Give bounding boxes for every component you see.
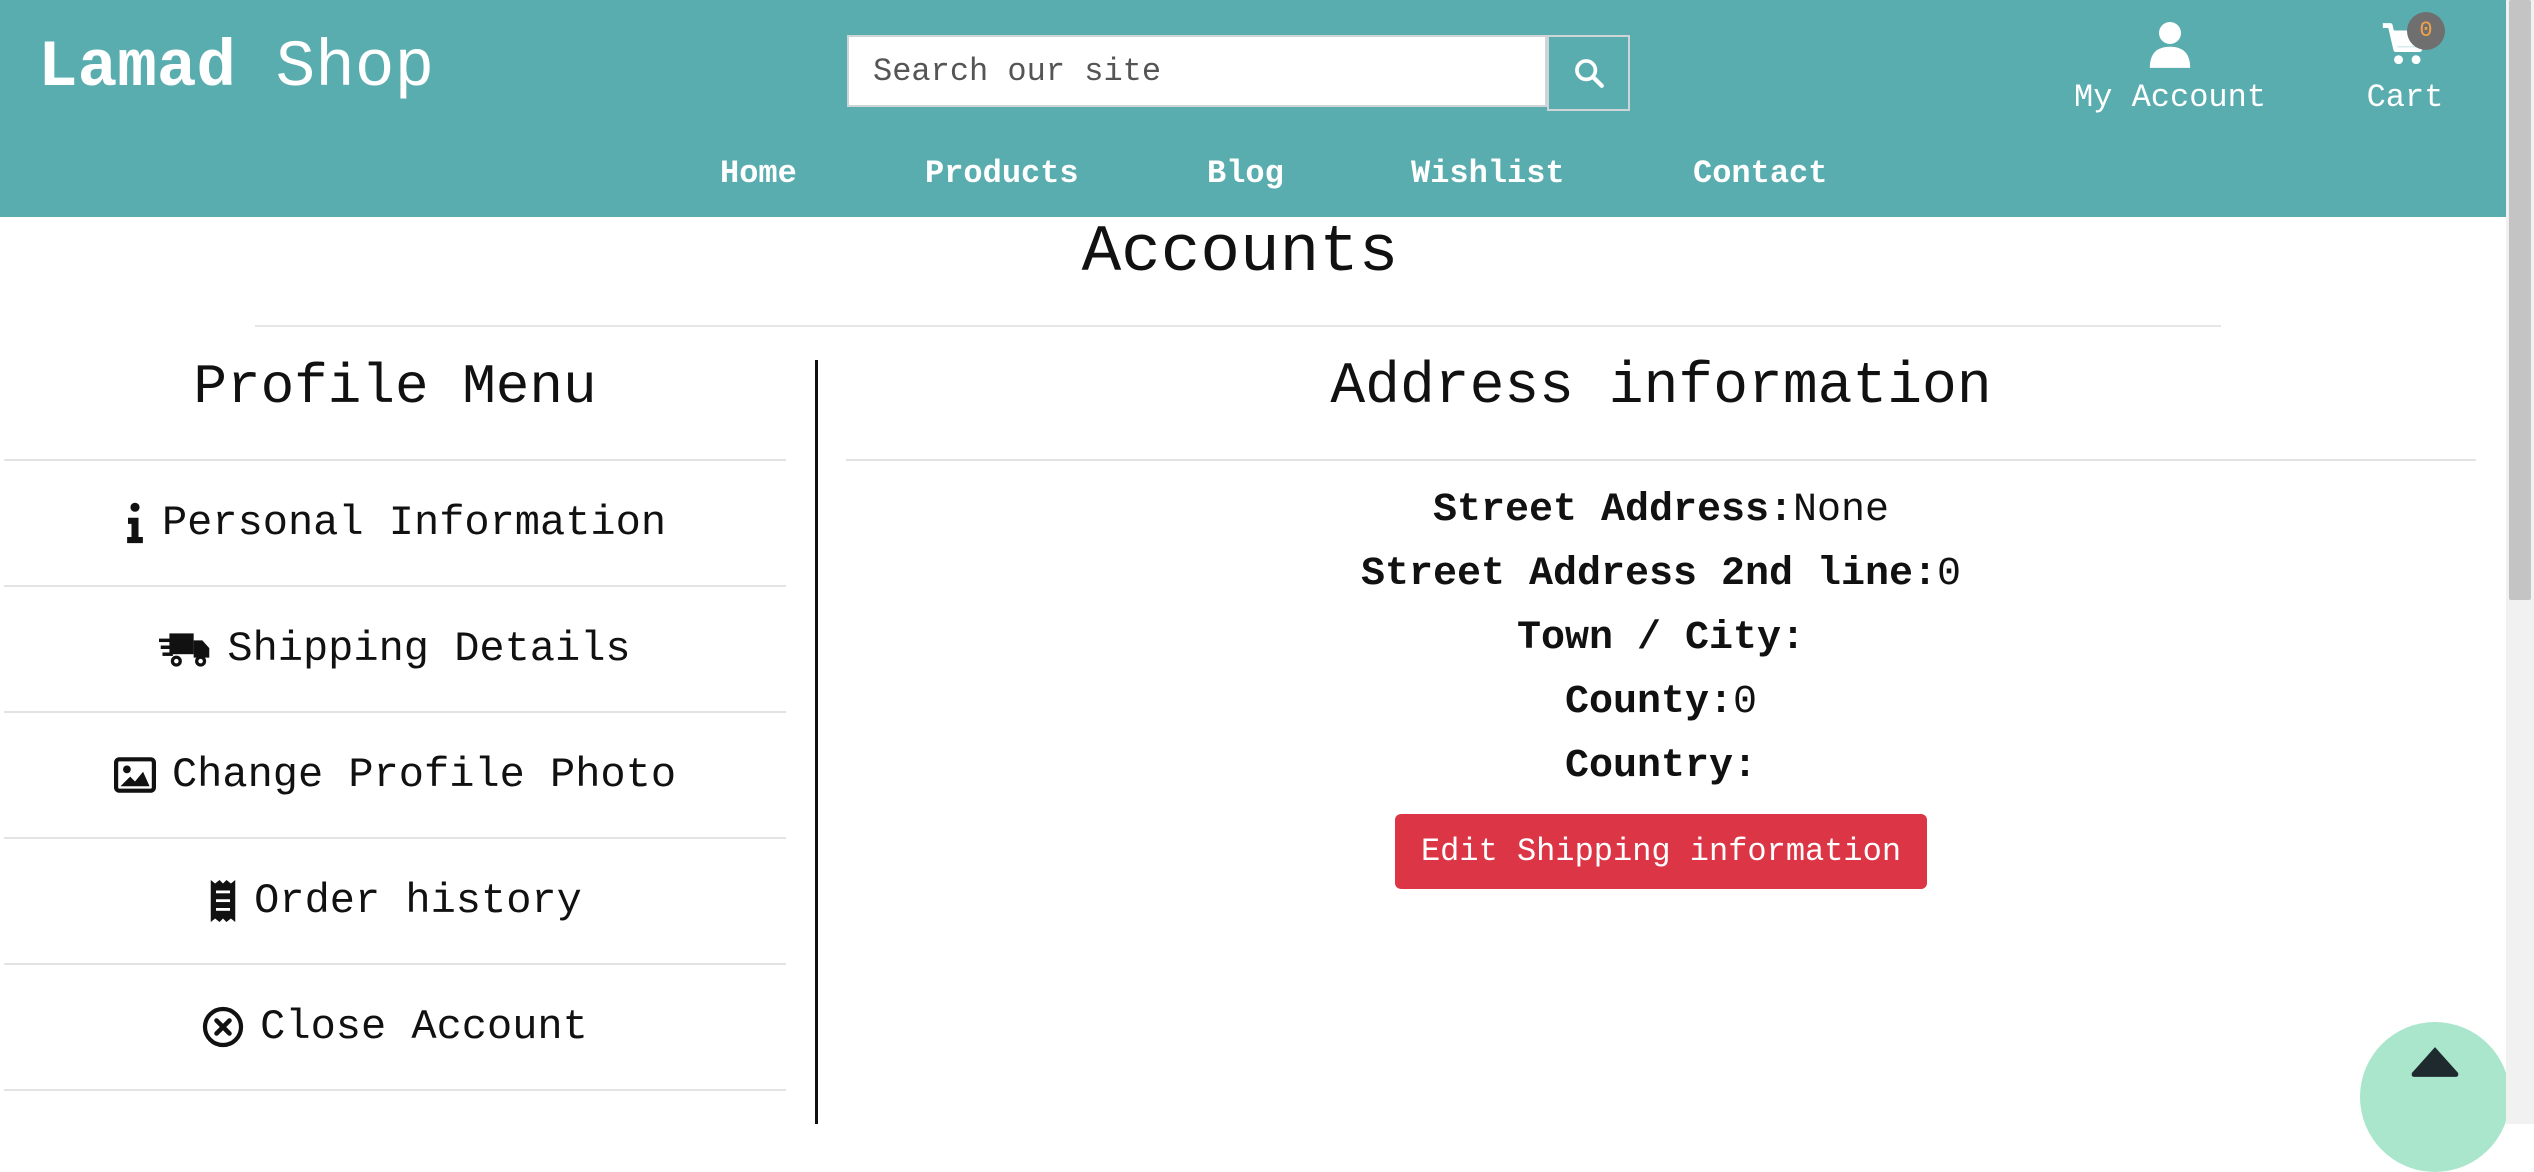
brand-name-bold: Lamad bbox=[38, 30, 237, 105]
close-circle-icon bbox=[202, 1006, 244, 1048]
profile-menu-title: Profile Menu bbox=[193, 355, 597, 419]
nav-contact[interactable]: Contact bbox=[1693, 155, 1827, 192]
chevron-up-icon bbox=[2411, 1047, 2459, 1077]
street-address-2-value: 0 bbox=[1937, 552, 1962, 597]
menu-item-label: Shipping Details bbox=[227, 625, 631, 673]
search-input[interactable] bbox=[847, 35, 1547, 107]
street-address-2-row: Street Address 2nd line:0 bbox=[846, 552, 2476, 597]
shipping-fast-icon bbox=[159, 628, 211, 670]
nav-wishlist[interactable]: Wishlist bbox=[1411, 155, 1565, 192]
my-account-link[interactable]: My Account bbox=[2060, 20, 2280, 116]
street-address-row: Street Address:None bbox=[846, 488, 2476, 533]
street-address-label: Street Address: bbox=[1432, 488, 1794, 533]
image-icon bbox=[113, 756, 156, 794]
search-form bbox=[847, 35, 1630, 111]
town-city-row: Town / City: bbox=[846, 616, 2476, 661]
nav-blog[interactable]: Blog bbox=[1207, 155, 1284, 192]
info-icon bbox=[124, 502, 146, 544]
street-address-value: None bbox=[1793, 488, 1890, 533]
country-label: Country: bbox=[1564, 744, 1758, 789]
menu-item-label: Order history bbox=[254, 877, 582, 925]
menu-item-order-history[interactable]: Order history bbox=[4, 839, 786, 963]
country-row: Country: bbox=[846, 744, 2476, 789]
town-city-label: Town / City: bbox=[1516, 616, 1806, 661]
edit-shipping-button[interactable]: Edit Shipping information bbox=[1395, 814, 1927, 889]
my-account-label: My Account bbox=[2073, 79, 2267, 116]
search-button[interactable] bbox=[1547, 35, 1630, 111]
nav-home[interactable]: Home bbox=[720, 155, 797, 192]
menu-item-label: Personal Information bbox=[161, 499, 667, 547]
address-divider bbox=[846, 459, 2476, 461]
county-value: 0 bbox=[1733, 680, 1758, 725]
page-title: Accounts bbox=[1081, 215, 1399, 290]
title-divider bbox=[255, 325, 2221, 327]
main-nav: Home Products Blog Wishlist Contact bbox=[0, 155, 2506, 195]
receipt-icon bbox=[208, 880, 238, 922]
street-address-2-label: Street Address 2nd line: bbox=[1360, 552, 1938, 597]
site-header: Lamad Shop My Account 0 Cart Home Produ bbox=[0, 0, 2506, 217]
menu-item-change-profile-photo[interactable]: Change Profile Photo bbox=[4, 713, 786, 837]
nav-products[interactable]: Products bbox=[925, 155, 1079, 192]
column-divider bbox=[815, 360, 818, 1124]
county-row: County:0 bbox=[846, 680, 2476, 725]
cart-link[interactable]: 0 Cart bbox=[2350, 12, 2460, 116]
brand-logo[interactable]: Lamad Shop bbox=[38, 30, 434, 105]
menu-item-label: Close Account bbox=[260, 1003, 588, 1051]
brand-name-regular: Shop bbox=[275, 30, 435, 105]
menu-item-personal-information[interactable]: Personal Information bbox=[4, 461, 786, 585]
menu-item-label: Change Profile Photo bbox=[171, 751, 677, 799]
menu-item-shipping-details[interactable]: Shipping Details bbox=[4, 587, 786, 711]
cart-label: Cart bbox=[2366, 79, 2444, 116]
menu-divider bbox=[4, 1089, 786, 1091]
menu-item-close-account[interactable]: Close Account bbox=[4, 965, 786, 1089]
cart-count-badge: 0 bbox=[2407, 12, 2445, 50]
search-icon bbox=[1574, 59, 1604, 88]
address-info-title: Address information bbox=[1330, 355, 1992, 420]
county-label: County: bbox=[1564, 680, 1733, 725]
user-icon bbox=[2149, 22, 2191, 68]
scrollbar-thumb[interactable] bbox=[2509, 0, 2531, 600]
back-to-top-button[interactable] bbox=[2360, 1022, 2510, 1172]
